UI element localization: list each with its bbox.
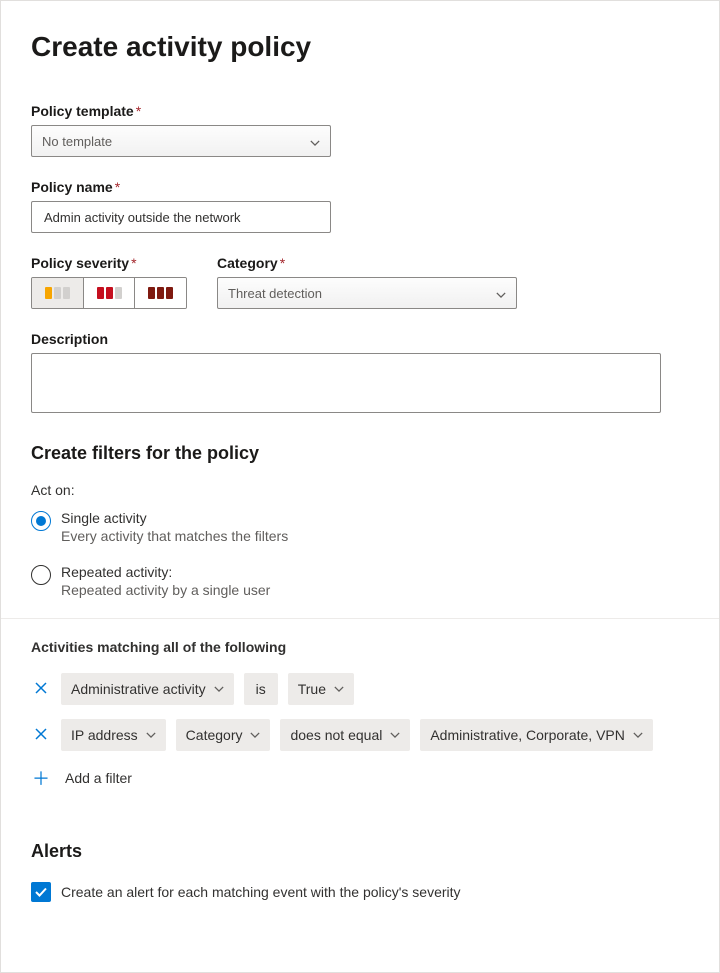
chevron-down-icon xyxy=(310,136,320,146)
category-label: Category* xyxy=(217,255,689,271)
chevron-down-icon xyxy=(214,681,224,697)
add-filter-button[interactable]: ＋ Add a filter xyxy=(31,765,689,791)
filter-row: Administrative activity is True xyxy=(31,673,689,705)
description-label: Description xyxy=(31,331,689,347)
severity-bar-icon xyxy=(97,287,104,299)
name-input[interactable] xyxy=(42,209,320,226)
filter-subfield-select[interactable]: Category xyxy=(176,719,271,751)
add-filter-label: Add a filter xyxy=(65,770,132,786)
severity-high-button[interactable] xyxy=(135,278,186,308)
severity-group xyxy=(31,277,187,309)
category-select[interactable]: Threat detection xyxy=(217,277,517,309)
severity-bar-icon xyxy=(148,287,155,299)
alerts-heading: Alerts xyxy=(31,841,689,862)
chevron-down-icon xyxy=(390,727,400,743)
act-on-label: Act on: xyxy=(31,482,689,498)
close-icon xyxy=(35,728,47,740)
radio-repeated-title: Repeated activity: xyxy=(61,564,270,580)
activities-matching-label: Activities matching all of the following xyxy=(31,639,689,655)
close-icon xyxy=(35,682,47,694)
template-select[interactable]: No template xyxy=(31,125,331,157)
filter-row: IP address Category does not equal Admin… xyxy=(31,719,689,751)
filter-value-select[interactable]: Administrative, Corporate, VPN xyxy=(420,719,653,751)
radio-repeated-sub: Repeated activity by a single user xyxy=(61,582,270,598)
checkmark-icon xyxy=(34,885,48,899)
chevron-down-icon xyxy=(633,727,643,743)
filter-operator-chip: is xyxy=(244,673,278,705)
chevron-down-icon xyxy=(496,288,506,298)
radio-single-activity[interactable] xyxy=(31,511,51,531)
severity-medium-button[interactable] xyxy=(84,278,136,308)
page-title: Create activity policy xyxy=(31,31,689,63)
name-input-wrapper xyxy=(31,201,331,233)
severity-low-button[interactable] xyxy=(32,278,84,308)
radio-single-sub: Every activity that matches the filters xyxy=(61,528,288,544)
chevron-down-icon xyxy=(146,727,156,743)
description-textarea[interactable] xyxy=(31,353,661,413)
remove-filter-button[interactable] xyxy=(31,681,51,698)
filter-field-select[interactable]: IP address xyxy=(61,719,166,751)
plus-icon: ＋ xyxy=(31,765,51,791)
radio-dot-icon xyxy=(36,516,46,526)
severity-bar-icon xyxy=(45,287,52,299)
radio-single-title: Single activity xyxy=(61,510,288,526)
radio-repeated-activity[interactable] xyxy=(31,565,51,585)
template-label: Policy template* xyxy=(31,103,331,119)
filter-operator-select[interactable]: does not equal xyxy=(280,719,410,751)
chevron-down-icon xyxy=(334,681,344,697)
alert-checkbox-label: Create an alert for each matching event … xyxy=(61,884,461,900)
severity-label: Policy severity* xyxy=(31,255,187,271)
filters-heading: Create filters for the policy xyxy=(31,443,689,464)
filter-value-select[interactable]: True xyxy=(288,673,354,705)
filter-field-select[interactable]: Administrative activity xyxy=(61,673,234,705)
remove-filter-button[interactable] xyxy=(31,727,51,744)
divider xyxy=(1,618,719,619)
alert-checkbox[interactable] xyxy=(31,882,51,902)
chevron-down-icon xyxy=(250,727,260,743)
name-label: Policy name* xyxy=(31,179,331,195)
